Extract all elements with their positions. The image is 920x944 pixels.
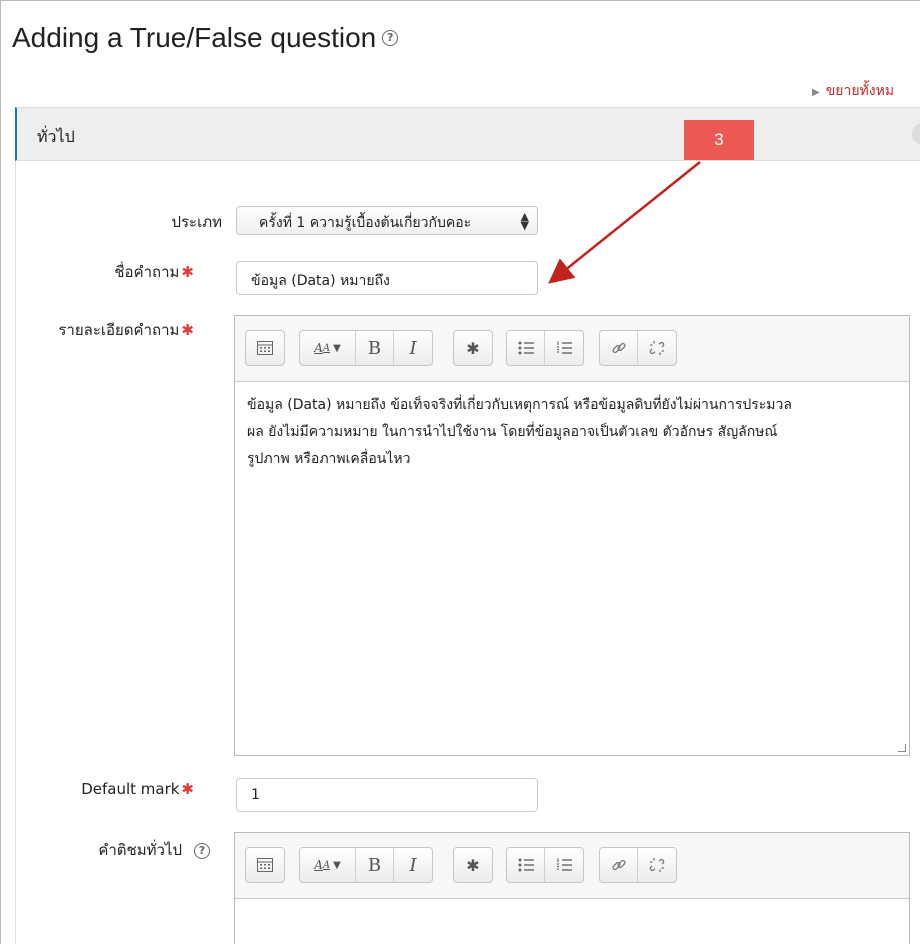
question-name-label: ชื่อคำถาม ✱ [114,263,194,281]
toolbar-group-text: A A ▼ B I [299,330,433,366]
page-title: Adding a True/False question? [12,22,399,54]
content-line: ผล ยังไม่มีความหมาย ในการนำไปใช้งาน โดยท… [247,424,778,440]
help-icon[interactable]: ? [194,842,210,859]
section-title: ทั่วไป [37,127,75,146]
toolbar-toggle-icon[interactable] [246,848,284,882]
font-style-icon[interactable]: A A ▼ [300,331,356,365]
bullet-list-icon[interactable] [507,848,545,882]
content-line: รูปภาพ หรือภาพเคลื่อนไหว [247,451,411,467]
toolbar-group-toggle [245,847,285,883]
numbered-list-icon[interactable] [545,848,583,882]
bullet-list-icon[interactable] [507,331,545,365]
gear-icon[interactable]: ✱ [454,848,492,882]
gear-icon[interactable]: ✱ [454,331,492,365]
toolbar-toggle-icon[interactable] [246,331,284,365]
triangle-right-icon: ▶ [812,87,820,98]
expand-all-link[interactable]: ▶ ขยายทั้งหม [812,80,894,102]
unlink-icon[interactable] [638,848,676,882]
select-arrows-icon: ▲ ▼ [520,210,529,232]
toolbar-group-toggle [245,330,285,366]
link-icon[interactable] [600,848,638,882]
link-icon[interactable] [600,331,638,365]
resize-handle[interactable] [898,744,906,752]
italic-icon[interactable]: I [394,331,432,365]
callout-badge: 3 [684,120,754,160]
required-icon: ✱ [181,263,194,281]
numbered-list-icon[interactable] [545,331,583,365]
unlink-icon[interactable] [638,331,676,365]
toolbar-group-text: A A ▼ B I [299,847,433,883]
required-icon: ✱ [181,321,194,339]
bold-icon[interactable]: B [356,331,394,365]
editor-toolbar: A A ▼ B I ✱ [235,833,909,899]
editor-toolbar: A A ▼ B I ✱ [235,316,909,382]
category-select[interactable]: ครั้งที่ 1 ความรู้เบื้องต้นเกี่ยวกับคอะ … [236,206,538,235]
content-line: ข้อมูล (Data) หมายถึง ข้อเท็จจริงที่เกี่… [247,397,792,413]
default-mark-input[interactable]: 1 [236,778,538,812]
question-text-label: รายละเอียดคำถาม ✱ [58,321,194,339]
collapse-button[interactable]: - [912,123,920,145]
toolbar-group-links [599,847,677,883]
section-rail [15,161,16,944]
question-name-input[interactable]: ข้อมูล (Data) หมายถึง [236,261,538,295]
toolbar-group-links [599,330,677,366]
italic-icon[interactable]: I [394,848,432,882]
toolbar-group-settings: ✱ [453,330,493,366]
general-feedback-label: คำติชมทั่วไป? [98,838,210,862]
question-text-content[interactable]: ข้อมูล (Data) หมายถึง ข้อเท็จจริงที่เกี่… [235,382,909,483]
category-label: ประเภท [171,213,222,231]
general-feedback-editor[interactable]: A A ▼ B I ✱ [234,832,910,944]
bold-icon[interactable]: B [356,848,394,882]
toolbar-group-lists [506,847,584,883]
required-icon: ✱ [181,780,194,798]
toolbar-group-lists [506,330,584,366]
question-text-editor[interactable]: A A ▼ B I ✱ ข้อมูล (Data) หมายถึง ข้อเท็จจ… [234,315,910,756]
font-style-icon[interactable]: A A ▼ [300,848,356,882]
default-mark-label: Default mark ✱ [81,780,194,798]
section-header-general[interactable]: ทั่วไป - [15,107,920,161]
help-icon[interactable]: ? [382,29,399,46]
toolbar-group-settings: ✱ [453,847,493,883]
